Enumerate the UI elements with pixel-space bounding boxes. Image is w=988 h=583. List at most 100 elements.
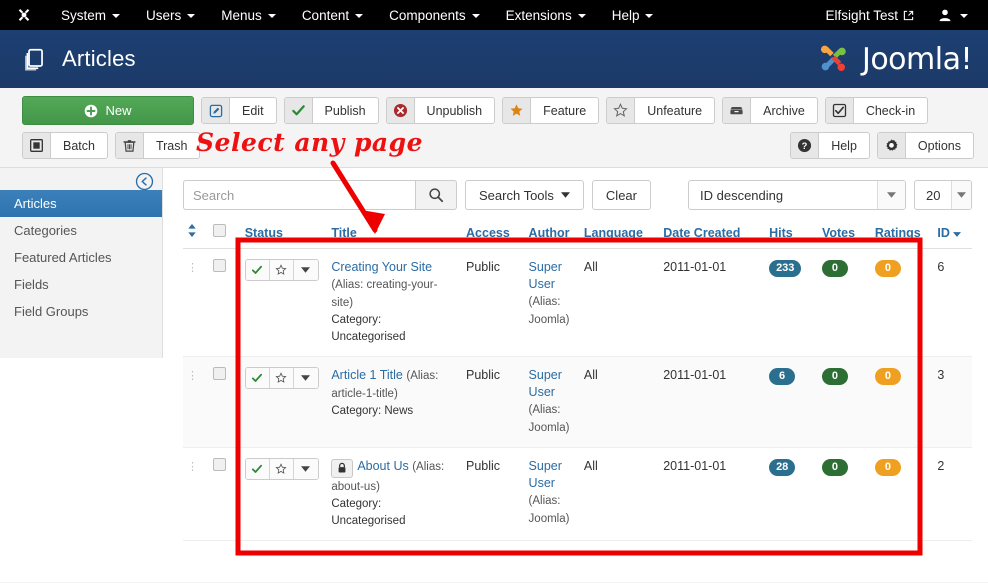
filter-bar: Search Tools Clear ID descending 20 (183, 180, 972, 210)
header-access[interactable]: Access (462, 220, 525, 249)
lock-icon[interactable] (331, 458, 354, 478)
row-checkbox-cell[interactable] (209, 356, 241, 448)
status-dropdown-toggle[interactable] (293, 459, 318, 479)
header-ordering[interactable] (183, 220, 210, 249)
ratings-badge: 0 (874, 260, 901, 277)
archive-button[interactable]: Archive (722, 97, 818, 124)
article-title-link[interactable]: Article 1 Title (331, 368, 403, 382)
batch-button[interactable]: Batch (22, 132, 108, 159)
site-name-link[interactable]: Elfsight Test (815, 4, 924, 27)
row-drag-handle[interactable]: ⋮ (183, 248, 210, 357)
header-id[interactable]: ID (933, 220, 972, 249)
table-row[interactable]: ⋮ (183, 356, 972, 448)
row-title-cell: Article 1 Title (Alias: article-1-title)… (327, 356, 463, 448)
row-status-cell (240, 248, 328, 357)
star-outline-icon (275, 463, 287, 474)
chevron-down-icon (951, 181, 971, 209)
unfeature-button[interactable]: Unfeature (606, 97, 716, 124)
author-link[interactable]: Super User (529, 260, 562, 291)
status-dropdown-toggle[interactable] (293, 368, 318, 388)
article-category: Category: Uncategorised (331, 497, 406, 527)
menu-help[interactable]: Help (599, 4, 667, 27)
header-hits[interactable]: Hits (765, 220, 818, 249)
menu-system[interactable]: System (48, 4, 133, 27)
votes-badge: 0 (821, 368, 848, 385)
joomla-mark-icon[interactable] (14, 5, 34, 25)
unpublish-button-label: Unpublish (426, 103, 483, 118)
status-feature-toggle[interactable] (269, 260, 294, 280)
checkin-button[interactable]: Check-in (824, 97, 929, 124)
clear-button[interactable]: Clear (591, 180, 651, 210)
sidebar-item-label: Articles (14, 196, 57, 211)
header-ratings[interactable]: Ratings (870, 220, 934, 249)
header-votes[interactable]: Votes (817, 220, 871, 249)
list-limit-select[interactable]: 20 (914, 180, 972, 210)
toolbar-row-primary: New Edit Publish Unpublish Feature Unfea… (22, 96, 974, 125)
sidebar-item-articles[interactable]: Articles (0, 190, 162, 217)
menu-content[interactable]: Content (289, 4, 376, 27)
status-publish-toggle[interactable] (245, 368, 270, 388)
row-checkbox-cell[interactable] (209, 248, 241, 357)
sidebar-item-field-groups[interactable]: Field Groups (0, 298, 162, 325)
arrow-left-circle-icon[interactable] (135, 172, 154, 191)
row-status-cell (240, 447, 328, 541)
user-menu-button[interactable] (924, 4, 978, 26)
star-outline-icon (275, 372, 287, 383)
options-button[interactable]: Options (876, 132, 974, 159)
sidebar-item-categories[interactable]: Categories (0, 217, 162, 244)
header-date-created[interactable]: Date Created (659, 220, 766, 249)
row-checkbox[interactable] (213, 367, 227, 380)
sort-order-select[interactable]: ID descending (688, 180, 906, 210)
header-checkall[interactable] (209, 220, 241, 249)
check-icon (284, 98, 313, 123)
trash-button[interactable]: Trash (114, 132, 201, 159)
article-title-link[interactable]: About Us (357, 459, 408, 473)
search-submit-button[interactable] (415, 180, 457, 210)
chevron-down-icon (560, 192, 570, 198)
row-checkbox[interactable] (213, 458, 227, 471)
edit-button[interactable]: Edit (201, 97, 277, 124)
unpublish-button[interactable]: Unpublish (385, 97, 496, 124)
row-id: 6 (937, 260, 945, 274)
status-publish-toggle[interactable] (245, 459, 270, 479)
menu-menus[interactable]: Menus (208, 4, 289, 27)
publish-button[interactable]: Publish (283, 97, 379, 124)
votes-badge: 0 (821, 459, 848, 476)
status-feature-toggle[interactable] (269, 459, 294, 479)
header-language[interactable]: Language (579, 220, 660, 249)
menu-components-label: Components (389, 7, 466, 23)
header-status[interactable]: Status (240, 220, 328, 249)
check-all-checkbox[interactable] (213, 224, 227, 237)
help-button[interactable]: ? Help (790, 132, 870, 159)
header-author[interactable]: Author (524, 220, 580, 249)
author-link[interactable]: Super User (529, 368, 562, 399)
search-input[interactable] (183, 180, 415, 210)
row-drag-handle[interactable]: ⋮ (183, 447, 210, 541)
feature-button[interactable]: Feature (502, 97, 600, 124)
new-button[interactable]: New (22, 96, 194, 125)
article-title-link[interactable]: Creating Your Site (331, 260, 432, 274)
row-drag-handle[interactable]: ⋮ (183, 356, 210, 448)
row-votes-cell: 0 (817, 447, 871, 541)
row-access: Public (462, 447, 525, 541)
table-row[interactable]: ⋮ (183, 447, 972, 541)
sidebar-item-fields[interactable]: Fields (0, 271, 162, 298)
table-row[interactable]: ⋮ (183, 248, 972, 357)
menu-users[interactable]: Users (133, 4, 208, 27)
row-id-cell: 2 (933, 447, 972, 541)
author-link[interactable]: Super User (529, 459, 562, 490)
menu-extensions[interactable]: Extensions (493, 4, 599, 27)
status-dropdown-toggle[interactable] (293, 260, 318, 280)
row-checkbox[interactable] (213, 259, 227, 272)
status-feature-toggle[interactable] (269, 368, 294, 388)
status-publish-toggle[interactable] (245, 260, 270, 280)
sidebar-item-featured-articles[interactable]: Featured Articles (0, 244, 162, 271)
pencil-square-icon (202, 98, 230, 123)
menu-components[interactable]: Components (376, 4, 493, 27)
header-title[interactable]: Title (327, 220, 463, 249)
search-tools-button[interactable]: Search Tools (465, 180, 584, 210)
row-checkbox-cell[interactable] (209, 447, 241, 541)
search-group (183, 180, 457, 210)
magnifier-icon (429, 188, 444, 203)
archive-box-icon (723, 98, 752, 123)
